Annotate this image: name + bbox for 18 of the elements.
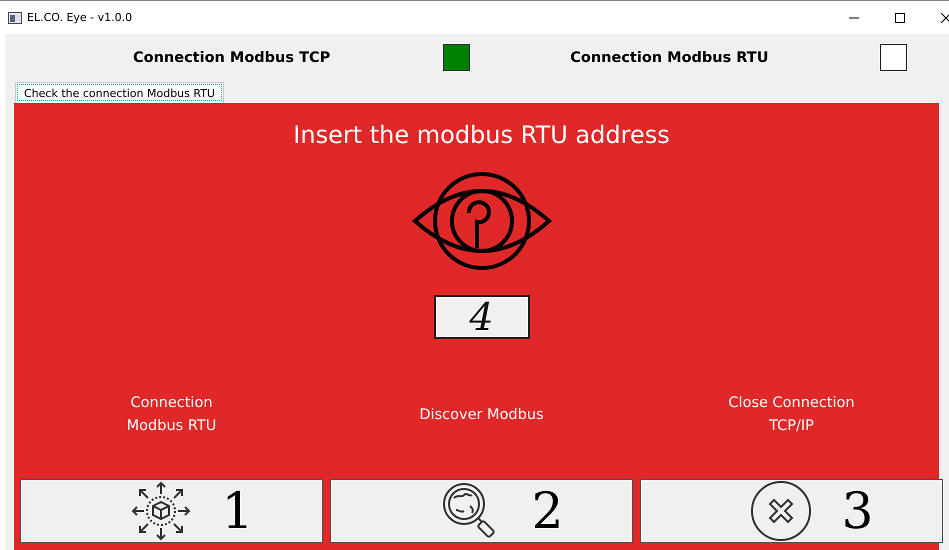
maximize-icon bbox=[895, 12, 905, 22]
connection-label: Connection Modbus TCP bbox=[133, 50, 330, 66]
action-button[interactable]: 3 bbox=[640, 479, 943, 543]
action-label: Close Connection TCP/IP bbox=[728, 394, 855, 436]
tab[interactable]: Check the connection Modbus RTU bbox=[15, 82, 224, 103]
cube-arrows-icon bbox=[130, 480, 192, 542]
action-button[interactable]: 1 bbox=[20, 479, 323, 543]
action-label: Discover Modbus bbox=[419, 406, 544, 424]
app-icon bbox=[8, 12, 22, 24]
address-field[interactable]: 4 bbox=[434, 295, 530, 339]
window-title: EL.CO. Eye - v1.0.0 bbox=[27, 11, 132, 24]
connection-label: Connection Modbus RTU bbox=[570, 50, 768, 66]
action-label: Connection Modbus RTU bbox=[126, 394, 216, 436]
panel-heading: Insert the modbus RTU address bbox=[293, 121, 670, 149]
minimize-icon bbox=[849, 16, 859, 18]
close-icon bbox=[941, 12, 949, 22]
action-button[interactable]: 2 bbox=[330, 479, 633, 543]
close-circle-icon bbox=[750, 480, 812, 542]
